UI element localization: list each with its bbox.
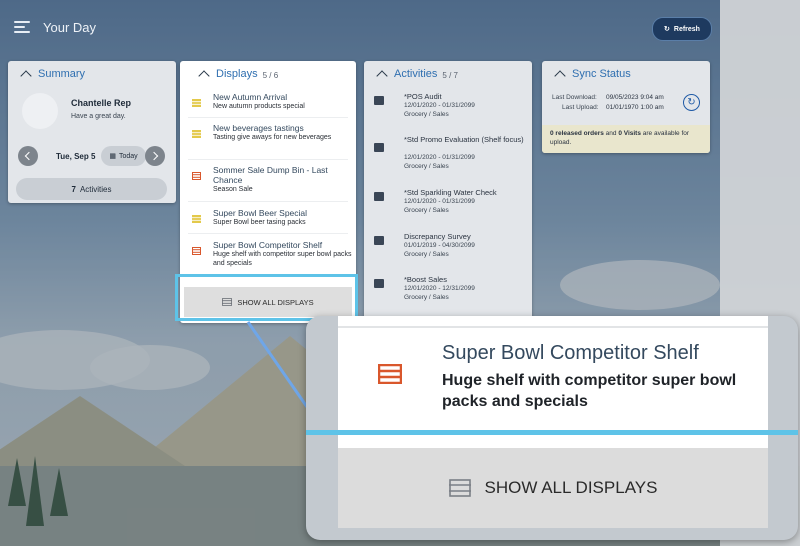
list-icon — [448, 479, 471, 497]
highlight-line — [306, 430, 798, 435]
zoom-item-title: Super Bowl Competitor Shelf — [442, 342, 699, 364]
display-orange-icon — [378, 364, 402, 384]
zoom-show-all-displays-button[interactable]: SHOW ALL DISPLAYS — [338, 448, 768, 528]
zoom-show-all-label: SHOW ALL DISPLAYS — [484, 478, 658, 497]
zoom-item-subtitle: Huge shelf with competitor super bowl pa… — [442, 372, 737, 410]
zoom-callout: Super Bowl Competitor Shelf Huge shelf w… — [306, 316, 798, 540]
zoom-display-panel: Super Bowl Competitor Shelf Huge shelf w… — [338, 316, 768, 528]
